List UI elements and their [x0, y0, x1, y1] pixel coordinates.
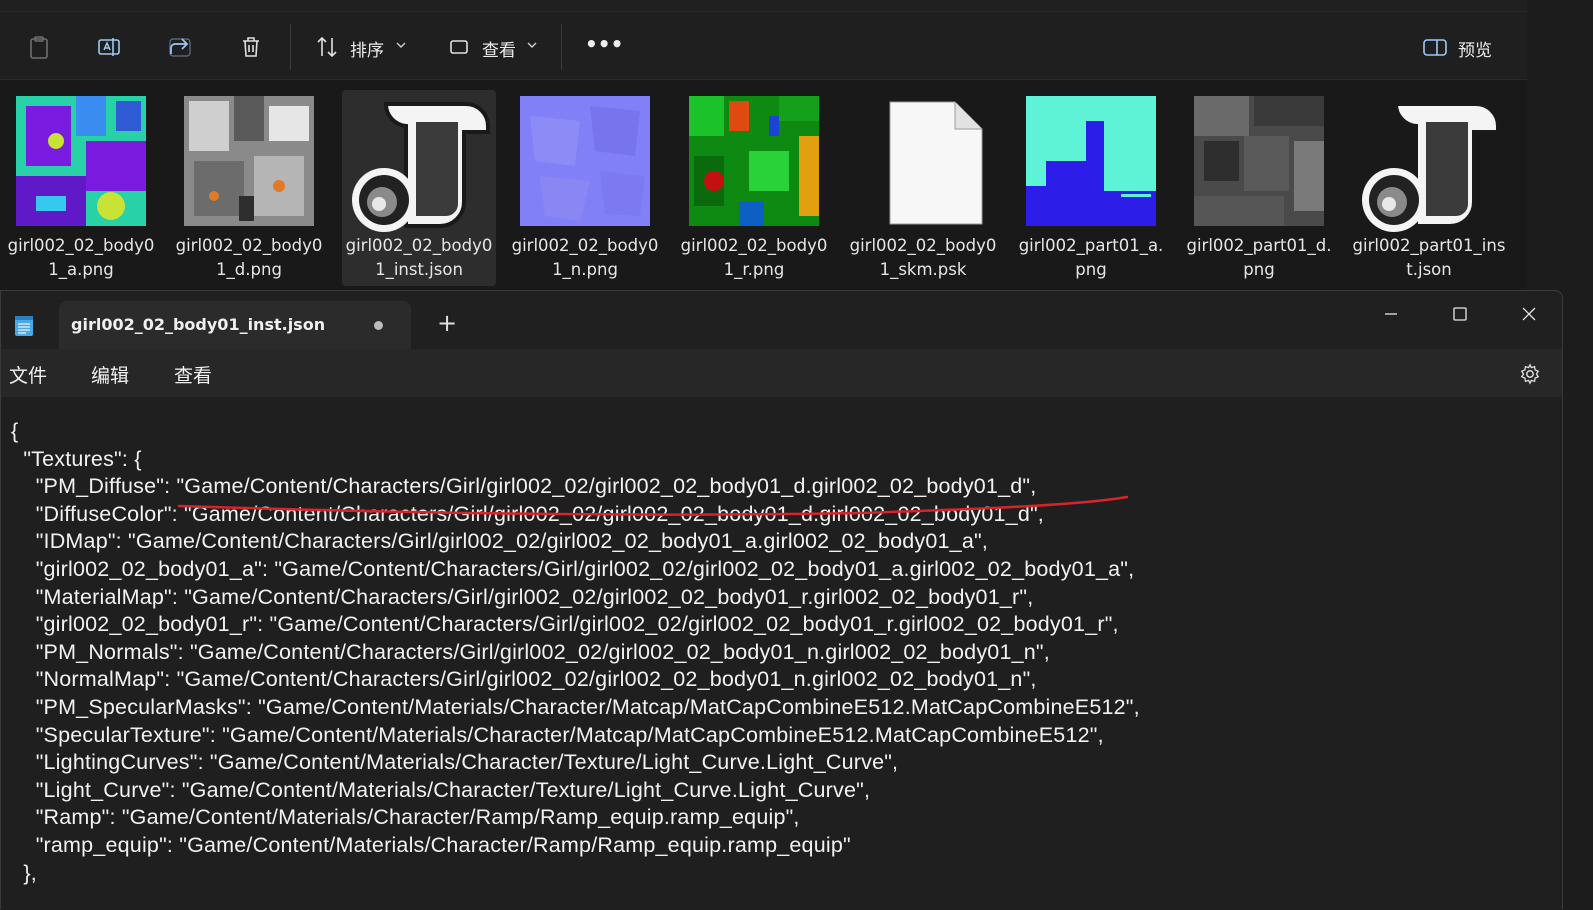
file-item[interactable]: girl002_02_body01_r.png	[677, 90, 831, 286]
file-explorer-window: 排序 查看 ••• 预览 girl002_02_body01_a.png gir…	[0, 0, 1527, 300]
unsaved-dot-icon[interactable]	[374, 321, 383, 330]
close-icon	[1522, 307, 1536, 321]
file-item[interactable]: girl002_02_body01_d.png	[172, 90, 326, 286]
notepad-app-icon	[15, 316, 33, 336]
file-item-selected[interactable]: girl002_02_body01_inst.json	[342, 90, 496, 286]
file-item[interactable]: girl002_part01_d.png	[1182, 90, 1336, 286]
sort-icon-wrap[interactable]	[312, 32, 342, 62]
file-name: girl002_02_body01_n.png	[511, 236, 659, 279]
red-annotation-scribble	[177, 495, 1129, 516]
file-item[interactable]: girl002_02_body01_n.png	[508, 90, 662, 286]
toolbar-separator	[290, 24, 291, 70]
command-bar: 排序 查看 ••• 预览	[0, 12, 1527, 80]
maximize-button[interactable]	[1440, 299, 1480, 329]
tab-title: girl002_02_body01_inst.json	[71, 315, 326, 334]
preview-button[interactable]: 预览	[1458, 36, 1492, 61]
paste-button[interactable]	[24, 32, 54, 62]
file-name: girl002_02_body01_skm.psk	[849, 236, 997, 279]
more-options-button[interactable]: •••	[585, 32, 623, 56]
file-name: girl002_02_body01_d.png	[175, 236, 323, 279]
file-name: girl002_02_body01_inst.json	[345, 236, 493, 279]
rename-icon	[98, 38, 120, 56]
delete-button[interactable]	[236, 32, 266, 62]
tab-strip: girl002_02_body01_inst.json +	[1, 291, 1562, 349]
view-icon	[450, 40, 468, 54]
chevron-down-icon	[396, 42, 406, 48]
texture-thumbnail	[16, 96, 146, 226]
menu-file[interactable]: 文件	[9, 361, 47, 388]
file-item[interactable]: girl002_02_body01_a.png	[4, 90, 158, 286]
blank-file-icon	[858, 96, 988, 226]
share-icon	[169, 38, 191, 57]
menu-bar: 文件 编辑 查看	[1, 349, 1562, 397]
new-tab-button[interactable]: +	[437, 311, 457, 335]
notepad-window: girl002_02_body01_inst.json + 文件 编辑 查看 {…	[0, 290, 1563, 910]
clipboard-icon	[30, 36, 48, 59]
trash-icon	[243, 37, 259, 57]
menu-view[interactable]: 查看	[174, 361, 212, 388]
tab-active[interactable]: girl002_02_body01_inst.json	[59, 301, 411, 349]
file-name: girl002_02_body01_a.png	[7, 236, 155, 279]
maximize-icon	[1453, 307, 1467, 321]
file-item[interactable]: girl002_part01_a.png	[1014, 90, 1168, 286]
file-item[interactable]: girl002_part01_inst.json	[1352, 90, 1506, 286]
explorer-top-strip	[0, 0, 1527, 12]
settings-gear-icon[interactable]	[1519, 363, 1541, 385]
toolbar-separator	[561, 24, 562, 70]
file-name: girl002_02_body01_r.png	[680, 236, 828, 279]
preview-pane-icon	[1423, 39, 1447, 56]
minimize-button[interactable]	[1371, 299, 1411, 329]
file-name: girl002_part01_a.png	[1018, 236, 1164, 279]
menu-edit[interactable]: 编辑	[91, 361, 129, 388]
file-name: girl002_part01_d.png	[1186, 236, 1332, 279]
rename-button[interactable]	[94, 32, 124, 62]
text-editor-area[interactable]: { "Textures": { "PM_Diffuse": "Game/Cont…	[1, 397, 1562, 910]
sort-icon	[317, 36, 337, 58]
texture-thumbnail	[1026, 96, 1156, 226]
texture-thumbnail	[689, 96, 819, 226]
chevron-down-icon	[527, 42, 537, 48]
file-item[interactable]: girl002_02_body01_skm.psk	[846, 90, 1000, 286]
file-name: girl002_part01_inst.json	[1352, 236, 1506, 279]
texture-thumbnail	[184, 96, 314, 226]
close-button[interactable]	[1509, 299, 1549, 329]
sort-button[interactable]: 排序	[350, 36, 384, 61]
texture-thumbnail	[1194, 96, 1324, 226]
minimize-icon	[1385, 313, 1397, 315]
texture-thumbnail	[520, 96, 650, 226]
view-icon-wrap[interactable]	[444, 32, 474, 62]
json-file-icon	[1356, 92, 1502, 234]
view-button[interactable]: 查看	[482, 36, 516, 61]
json-file-icon	[346, 92, 492, 234]
share-button[interactable]	[165, 32, 195, 62]
preview-pane-icon-wrap[interactable]	[1420, 32, 1450, 62]
file-grid: girl002_02_body01_a.png girl002_02_body0…	[0, 90, 1527, 300]
